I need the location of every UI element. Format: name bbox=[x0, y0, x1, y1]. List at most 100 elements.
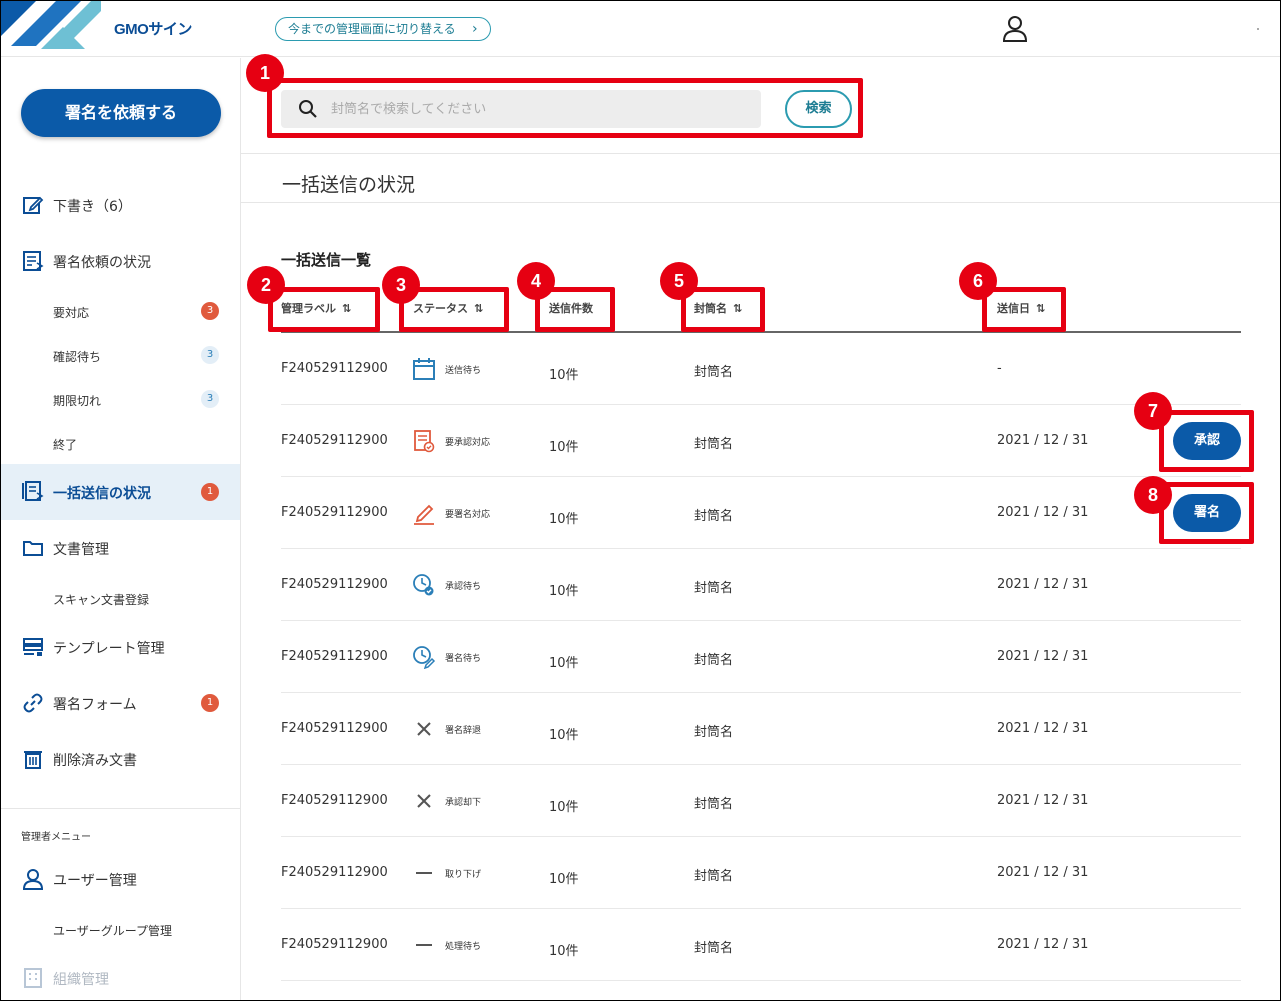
table-row[interactable]: F240529112900 取り下げ 10件 封筒名 2021 / 12 / 3… bbox=[281, 837, 1241, 909]
table-row[interactable]: F240529112900 署名辞退 10件 封筒名 2021 / 12 / 3… bbox=[281, 693, 1241, 765]
count-badge: 1 bbox=[201, 483, 219, 501]
x-icon bbox=[417, 722, 431, 736]
cell-label: F240529112900 bbox=[281, 649, 388, 664]
switch-legacy-label: 今までの管理画面に切り替える bbox=[288, 22, 456, 36]
top-header: GMOサイン 今までの管理画面に切り替える › bbox=[1, 1, 1280, 57]
table-row[interactable]: F240529112900 承認待ち 10件 封筒名 2021 / 12 / 3… bbox=[281, 549, 1241, 621]
list-title: 一括送信一覧 bbox=[281, 251, 372, 269]
annotation-marker: 2 bbox=[247, 266, 285, 304]
sidebar-item-label: 一括送信の状況 bbox=[53, 486, 151, 502]
cell-label: F240529112900 bbox=[281, 505, 388, 520]
annotation-box-envelope-sort bbox=[681, 287, 765, 332]
cell-date: 2021 / 12 / 31 bbox=[997, 937, 1089, 952]
request-signature-button[interactable]: 署名を依頼する bbox=[21, 89, 221, 137]
annotation-box-date-sort bbox=[982, 287, 1066, 332]
sidebar-item-user-management[interactable]: ユーザー管理 bbox=[1, 859, 240, 899]
pen-icon bbox=[414, 504, 434, 525]
cell-status: 署名辞退 bbox=[445, 726, 482, 736]
document-list-icon bbox=[23, 251, 44, 271]
cell-envelope: 封筒名 bbox=[694, 725, 734, 740]
template-icon bbox=[23, 638, 43, 656]
cell-status: 承認待ち bbox=[445, 582, 482, 592]
cell-label: F240529112900 bbox=[281, 433, 388, 448]
annotation-box-label-sort bbox=[268, 287, 380, 332]
sidebar-subitem-action-required[interactable]: 要対応 bbox=[53, 304, 89, 321]
sidebar-item-request-status[interactable]: 署名依頼の状況 bbox=[1, 241, 240, 281]
sidebar-item-label: 下書き（6） bbox=[53, 199, 132, 215]
sidebar-item-label: 署名フォーム bbox=[53, 697, 137, 713]
table-row[interactable]: F240529112900 要署名対応 10件 封筒名 2021 / 12 / … bbox=[281, 477, 1241, 549]
clock-check-icon bbox=[413, 574, 434, 596]
user-account-icon[interactable] bbox=[1002, 15, 1028, 43]
annotation-marker: 1 bbox=[246, 54, 284, 92]
sidebar-item-templates[interactable]: テンプレート管理 bbox=[1, 627, 240, 667]
sidebar-item-label: 署名依頼の状況 bbox=[53, 255, 151, 271]
sidebar-item-deleted[interactable]: 削除済み文書 bbox=[1, 739, 240, 779]
table-row[interactable]: F240529112900 処理待ち 10件 封筒名 2021 / 12 / 3… bbox=[281, 909, 1241, 981]
sidebar-item-signature-forms[interactable]: 署名フォーム 1 bbox=[1, 683, 240, 723]
dash-icon bbox=[416, 944, 432, 946]
annotation-marker: 7 bbox=[1134, 392, 1172, 430]
cell-status: 取り下げ bbox=[445, 870, 482, 880]
annotation-box-search bbox=[267, 78, 863, 138]
sidebar-item-bulk-send-status[interactable]: 一括送信の状況 1 bbox=[1, 464, 240, 520]
cell-status: 承認却下 bbox=[445, 798, 482, 808]
logo-mark-icon bbox=[1, 1, 101, 49]
cell-date: 2021 / 12 / 31 bbox=[997, 721, 1089, 736]
cell-status: 送信待ち bbox=[445, 366, 482, 376]
chevron-right-icon: › bbox=[472, 21, 478, 37]
cell-envelope: 封筒名 bbox=[694, 941, 734, 956]
annotation-marker: 6 bbox=[959, 262, 997, 300]
count-badge: 3 bbox=[201, 346, 219, 364]
cell-date: 2021 / 12 / 31 bbox=[997, 865, 1089, 880]
cell-label: F240529112900 bbox=[281, 937, 388, 952]
annotation-marker: 3 bbox=[382, 266, 420, 304]
logo-text: GMOサイン bbox=[114, 21, 192, 38]
header-dot bbox=[1257, 28, 1259, 30]
sidebar-subitem-expired[interactable]: 期限切れ bbox=[53, 392, 101, 409]
cell-label: F240529112900 bbox=[281, 721, 388, 736]
cell-date: 2021 / 12 / 31 bbox=[997, 433, 1089, 448]
dash-icon bbox=[416, 872, 432, 874]
cell-count: 10件 bbox=[549, 584, 579, 599]
cell-status: 処理待ち bbox=[445, 942, 482, 952]
annotation-marker: 4 bbox=[517, 262, 555, 300]
table-row[interactable]: F240529112900 承認却下 10件 封筒名 2021 / 12 / 3… bbox=[281, 765, 1241, 837]
sidebar-item-label: 削除済み文書 bbox=[53, 753, 137, 769]
clock-pen-icon bbox=[413, 646, 436, 669]
sidebar-subitem-scan-register[interactable]: スキャン文書登録 bbox=[53, 591, 149, 608]
admin-divider bbox=[1, 808, 240, 809]
trash-icon bbox=[24, 751, 42, 769]
cell-count: 10件 bbox=[549, 728, 579, 743]
section-divider bbox=[241, 202, 1280, 203]
page-title: 一括送信の状況 bbox=[282, 174, 416, 196]
cell-status: 要承認対応 bbox=[445, 438, 491, 448]
sidebar-item-documents[interactable]: 文書管理 bbox=[1, 528, 240, 568]
sidebar-subitem-user-groups[interactable]: ユーザーグループ管理 bbox=[53, 922, 172, 939]
annotation-box-sign bbox=[1159, 482, 1254, 544]
bulk-send-icon bbox=[22, 481, 44, 501]
folder-icon bbox=[23, 541, 43, 556]
count-badge: 3 bbox=[201, 390, 219, 408]
cell-date: 2021 / 12 / 31 bbox=[997, 649, 1089, 664]
table-row[interactable]: F240529112900 署名待ち 10件 封筒名 2021 / 12 / 3… bbox=[281, 621, 1241, 693]
cell-envelope: 封筒名 bbox=[694, 581, 734, 596]
cell-label: F240529112900 bbox=[281, 577, 388, 592]
annotation-box-approve bbox=[1159, 410, 1254, 472]
table-row[interactable]: F240529112900 要承認対応 10件 封筒名 2021 / 12 / … bbox=[281, 405, 1241, 477]
sidebar-item-org-management[interactable]: 組織管理 bbox=[1, 958, 240, 998]
cell-envelope: 封筒名 bbox=[694, 437, 734, 452]
cell-count: 10件 bbox=[549, 872, 579, 887]
switch-legacy-button[interactable]: 今までの管理画面に切り替える › bbox=[275, 17, 491, 41]
sidebar-subitem-awaiting-confirmation[interactable]: 確認待ち bbox=[53, 348, 101, 365]
count-badge: 3 bbox=[201, 302, 219, 320]
sidebar-item-drafts[interactable]: 下書き（6） bbox=[1, 185, 240, 225]
sidebar-subitem-completed[interactable]: 終了 bbox=[53, 436, 77, 453]
cell-label: F240529112900 bbox=[281, 361, 388, 376]
cell-count: 10件 bbox=[549, 440, 579, 455]
calendar-icon bbox=[413, 358, 435, 380]
link-icon bbox=[23, 693, 43, 713]
cell-count: 10件 bbox=[549, 368, 579, 383]
table-row[interactable]: F240529112900 送信待ち 10件 封筒名 - bbox=[281, 333, 1241, 405]
x-icon bbox=[417, 794, 431, 808]
